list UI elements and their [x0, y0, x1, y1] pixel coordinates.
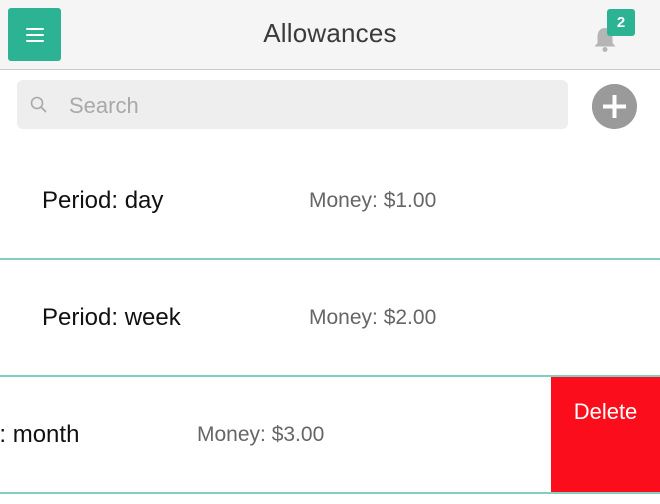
allowance-row-content: Period: week Money: $2.00	[0, 260, 660, 375]
search-input[interactable]	[67, 88, 561, 123]
search-icon	[30, 96, 47, 113]
allowance-money: Money: $1.00	[309, 189, 437, 212]
allowance-row[interactable]: Period: day Money: $1.00	[0, 143, 660, 260]
notification-badge[interactable]: 2	[607, 9, 635, 36]
add-button[interactable]	[592, 84, 637, 129]
allowance-period: Period: week	[42, 304, 181, 331]
allowance-period: Period: month	[0, 421, 80, 448]
app-header: Allowances 2	[0, 0, 660, 70]
allowance-row-content: Period: month Money: $3.00	[0, 377, 548, 492]
allowance-row[interactable]: Period: month Money: $3.00 Delete	[0, 377, 660, 494]
delete-button[interactable]: Delete	[551, 377, 660, 492]
search-bar[interactable]	[17, 80, 568, 129]
allowance-row[interactable]: Period: week Money: $2.00	[0, 260, 660, 377]
allowance-money: Money: $3.00	[197, 423, 325, 446]
allowance-period: Period: day	[42, 187, 164, 214]
allowance-money: Money: $2.00	[309, 306, 437, 329]
allowance-row-content: Period: day Money: $1.00	[0, 143, 660, 258]
page-title: Allowances	[263, 18, 397, 48]
